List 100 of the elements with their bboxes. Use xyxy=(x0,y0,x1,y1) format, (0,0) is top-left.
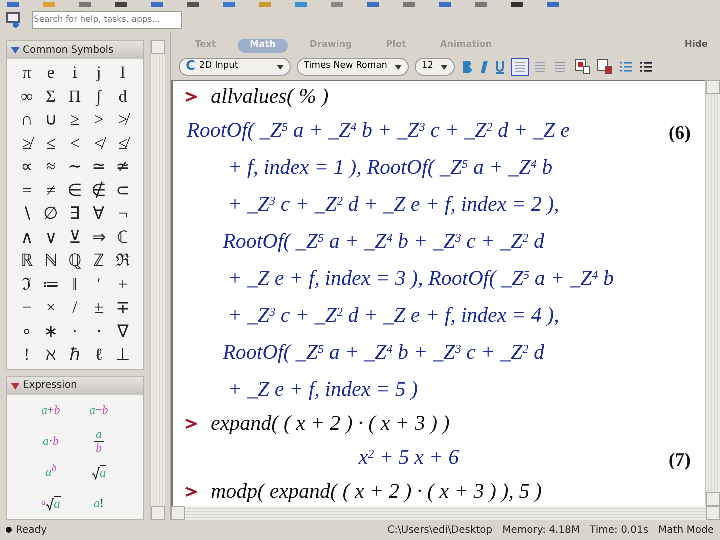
symbol-item[interactable]: ∗ xyxy=(39,320,63,343)
symbol-item[interactable]: ℤ xyxy=(87,249,111,272)
symbol-item[interactable]: ≰ xyxy=(111,132,135,155)
symbol-item[interactable]: ≥ xyxy=(63,108,87,132)
symbol-item[interactable]: I xyxy=(111,61,135,84)
symbol-item[interactable]: ∧ xyxy=(15,226,39,249)
expression-template[interactable]: a b xyxy=(94,428,104,454)
symbol-item[interactable]: × xyxy=(39,296,63,320)
symbol-item[interactable]: ± xyxy=(87,296,111,320)
toolbar-icon[interactable] xyxy=(186,2,200,8)
symbol-item[interactable]: ≔ xyxy=(39,272,63,296)
bullet-list-icon[interactable] xyxy=(619,60,633,74)
toolbar-icon[interactable] xyxy=(510,2,524,8)
caret-icon[interactable] xyxy=(11,382,20,390)
symbol-item[interactable]: ℏ xyxy=(63,343,87,366)
align-icon[interactable] xyxy=(511,58,529,76)
symbol-item[interactable]: ∪ xyxy=(39,108,63,132)
symbol-item[interactable]: ∇ xyxy=(111,320,135,343)
symbol-item[interactable]: ≈ xyxy=(39,155,63,178)
math-input[interactable]: expand( ( x + 2 ) · ( x + 3 ) ) xyxy=(211,408,450,440)
bold-icon[interactable] xyxy=(461,60,473,74)
symbol-item[interactable]: ∨ xyxy=(39,226,63,249)
symbol-item[interactable]: d xyxy=(111,84,135,108)
symbol-item[interactable]: ∓ xyxy=(111,296,135,320)
symbol-item[interactable]: e xyxy=(39,61,63,84)
symbol-item[interactable]: ∼ xyxy=(63,155,87,178)
symbol-item[interactable]: ∫ xyxy=(87,84,111,108)
symbol-item[interactable]: ℓ xyxy=(87,343,111,366)
dropdown-arrow-icon xyxy=(395,64,402,70)
symbol-item[interactable]: ≠ xyxy=(39,178,63,202)
expression-template[interactable]: a·b xyxy=(43,432,59,450)
symbol-item[interactable]: Π xyxy=(63,84,87,108)
symbol-item[interactable]: ℂ xyxy=(111,226,135,249)
symbol-item[interactable]: − xyxy=(15,296,39,320)
symbol-item[interactable]: + xyxy=(111,272,135,296)
symbol-item[interactable]: ⊂ xyxy=(111,178,135,202)
symbol-item[interactable]: ∀ xyxy=(87,202,111,226)
expression-template[interactable]: a a xyxy=(42,496,60,510)
symbol-item[interactable]: ℑ xyxy=(15,272,39,296)
symbol-item[interactable]: ≤ xyxy=(39,132,63,155)
symbol-item[interactable]: < xyxy=(63,132,87,155)
symbol-item[interactable]: ℚ xyxy=(63,249,87,272)
symbol-item[interactable]: ∖ xyxy=(15,202,39,226)
hide-button[interactable]: Hide xyxy=(684,39,708,53)
symbol-item[interactable]: Σ xyxy=(39,84,63,108)
math-input[interactable]: modp( expand( ( x + 2 ) · ( x + 3 ) ), 5 ) xyxy=(211,476,542,506)
symbol-item[interactable]: ∈ xyxy=(63,178,87,202)
symbol-item[interactable]: ≃ xyxy=(87,155,111,178)
symbol-item[interactable]: ℝ xyxy=(15,249,39,272)
symbol-item[interactable]: ∘ xyxy=(15,320,39,343)
scrollbar[interactable] xyxy=(705,80,720,506)
numbered-list-icon[interactable] xyxy=(639,60,653,74)
symbol-item[interactable]: ∃ xyxy=(63,202,87,226)
symbol-item[interactable]: ℜ xyxy=(111,249,135,272)
symbol-item[interactable]: / xyxy=(63,296,87,320)
symbol-item[interactable]: j xyxy=(87,61,111,84)
caret-icon[interactable] xyxy=(11,46,20,54)
expression-template[interactable]: a+b xyxy=(42,401,60,419)
symbol-item[interactable]: ℕ xyxy=(39,249,63,272)
toolbar-icon[interactable] xyxy=(114,2,128,8)
expression-template[interactable]: a! xyxy=(94,494,104,512)
symbol-item[interactable]: ‖ xyxy=(63,272,87,296)
scrollbar[interactable] xyxy=(150,40,165,520)
symbol-item[interactable]: ℵ xyxy=(39,343,63,366)
symbol-item[interactable]: ′ xyxy=(87,272,111,296)
symbol-item[interactable]: ≱ xyxy=(15,132,39,155)
search-field[interactable]: Search for help, tasks, apps... xyxy=(32,11,182,29)
symbol-item[interactable]: ⇒ xyxy=(87,226,111,249)
symbol-item[interactable]: ⊥ xyxy=(111,343,135,366)
symbol-item[interactable]: · xyxy=(63,320,87,343)
math-input[interactable]: allvalues( % ) xyxy=(211,81,329,112)
underline-icon[interactable] xyxy=(495,60,505,74)
font-size-dropdown[interactable]: 12 xyxy=(415,58,455,76)
highlight-color-icon[interactable] xyxy=(597,59,613,75)
palette-header[interactable]: Common Symbols xyxy=(7,41,143,59)
symbol-item[interactable]: i xyxy=(63,61,87,84)
expression-template[interactable]: a−b xyxy=(90,401,108,419)
symbol-item[interactable]: ∝ xyxy=(15,155,39,178)
symbol-item[interactable]: ≮ xyxy=(87,132,111,155)
worksheet[interactable] xyxy=(171,80,705,506)
symbol-item[interactable]: ≯ xyxy=(111,108,135,132)
italic-icon[interactable] xyxy=(479,60,489,74)
symbol-item[interactable]: ∉ xyxy=(87,178,111,202)
text-color-icon[interactable] xyxy=(575,59,591,75)
palette-header[interactable]: Expression xyxy=(7,376,143,394)
symbol-item[interactable]: π xyxy=(15,61,39,84)
symbol-item[interactable]: ! xyxy=(15,343,39,366)
symbol-item[interactable]: = xyxy=(15,178,39,202)
symbol-item[interactable]: ⊻ xyxy=(63,226,87,249)
symbol-item[interactable]: ∞ xyxy=(15,84,39,108)
font-dropdown[interactable]: Times New Roman xyxy=(297,58,409,76)
symbol-item[interactable]: ∅ xyxy=(39,202,63,226)
input-mode-dropdown[interactable]: C 2D Input xyxy=(179,58,291,76)
symbol-item[interactable]: ∩ xyxy=(15,108,39,132)
symbol-item[interactable]: > xyxy=(87,108,111,132)
symbol-item[interactable]: ¬ xyxy=(111,202,135,226)
symbol-item[interactable]: ⋅ xyxy=(87,320,111,343)
expression-template[interactable]: a$^{b}$ xyxy=(45,462,57,482)
horizontal-scrollbar[interactable] xyxy=(171,506,720,520)
symbol-item[interactable]: ≄ xyxy=(111,155,135,178)
